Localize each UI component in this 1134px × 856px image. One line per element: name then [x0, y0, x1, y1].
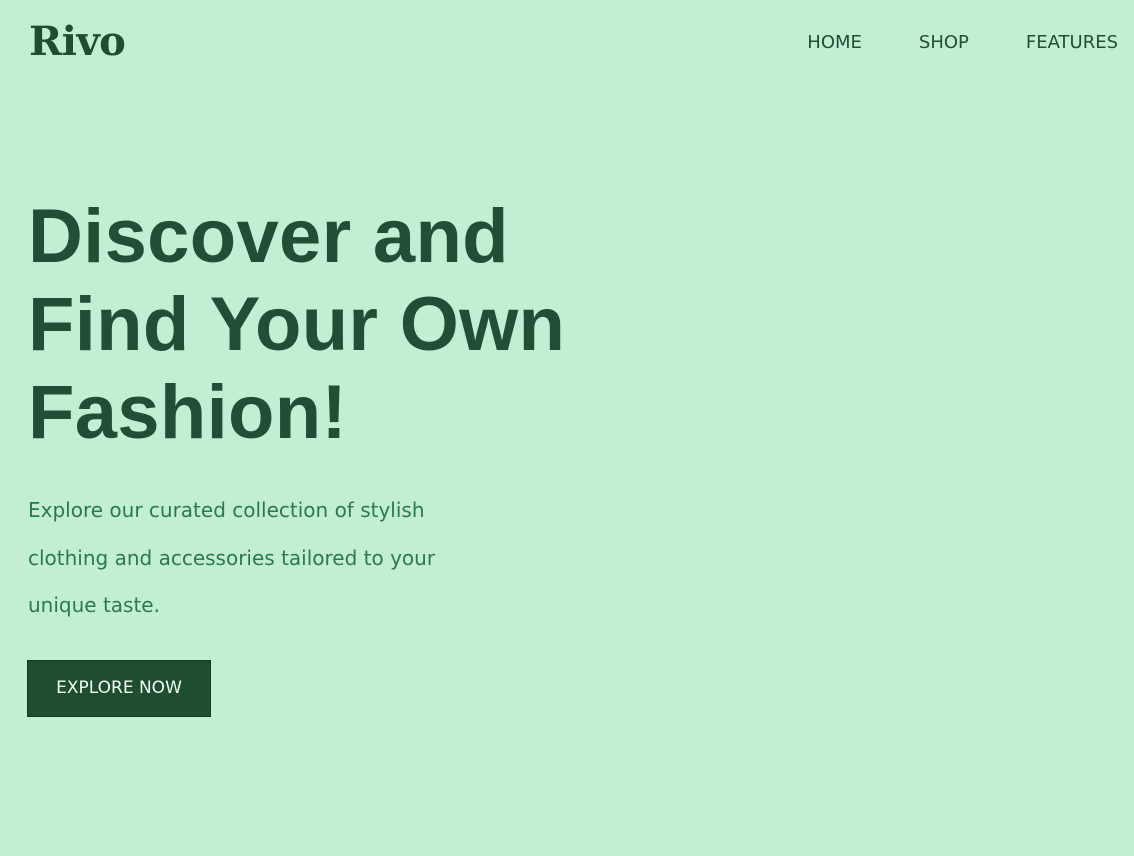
hero-title-line-1: Discover and: [28, 194, 509, 279]
main-nav: HOME SHOP FEATURES: [807, 31, 1118, 55]
explore-now-button[interactable]: EXPLORE NOW: [27, 660, 211, 717]
hero-title: Discover and Find Your Own Fashion!: [28, 193, 648, 457]
brand-logo[interactable]: Rivo: [29, 18, 126, 66]
site-header: Rivo HOME SHOP FEATURES: [0, 0, 1134, 86]
landing-page: Rivo HOME SHOP FEATURES Discover and Fin…: [0, 0, 1134, 856]
hero-section: Discover and Find Your Own Fashion! Expl…: [28, 193, 648, 630]
nav-link-home[interactable]: HOME: [807, 31, 862, 55]
hero-description: Explore our curated collection of stylis…: [28, 498, 436, 617]
hero-title-line-2: Find Your Own: [28, 282, 566, 367]
nav-link-shop[interactable]: SHOP: [919, 31, 969, 55]
nav-link-features[interactable]: FEATURES: [1026, 31, 1118, 55]
hero-title-line-3: Fashion!: [28, 370, 348, 455]
